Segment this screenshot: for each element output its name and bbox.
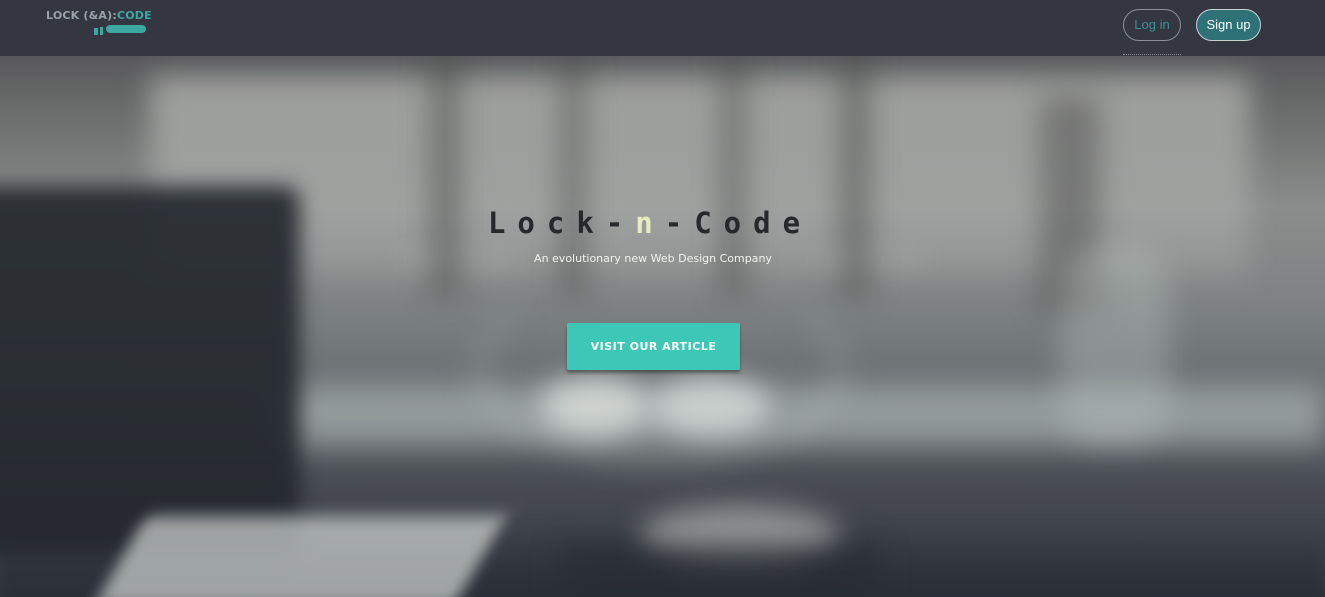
logo-text: LOCK (&A):CODE — [46, 9, 152, 22]
login-button[interactable]: Log in — [1123, 9, 1181, 41]
logo-text-code: CODE — [116, 9, 152, 22]
hero-title: Lock-n-Code — [0, 206, 1300, 240]
visit-article-button[interactable]: VISIT OUR ARTICLE — [567, 323, 740, 370]
signup-button[interactable]: Sign up — [1196, 9, 1261, 41]
hero-title-right: -Code — [664, 206, 813, 240]
hero-title-left: Lock- — [487, 206, 636, 240]
bg-laptop-screen — [0, 186, 300, 556]
bg-glass — [540, 376, 650, 436]
site-logo[interactable]: LOCK (&A):CODE — [46, 9, 152, 35]
bg-glass — [650, 376, 770, 436]
key-icon — [94, 25, 146, 35]
hero-title-mid: n — [635, 206, 665, 240]
top-navbar: LOCK (&A):CODE Log in Sign up — [0, 0, 1325, 56]
login-underline — [1123, 54, 1181, 55]
bg-right-glass — [1060, 246, 1170, 446]
logo-text-lock: LOCK (&A): — [46, 9, 117, 22]
bg-cup-shadow — [560, 546, 880, 597]
bg-laptop-base — [94, 516, 506, 597]
hero-subtitle: An evolutionary new Web Design Company — [534, 252, 772, 265]
